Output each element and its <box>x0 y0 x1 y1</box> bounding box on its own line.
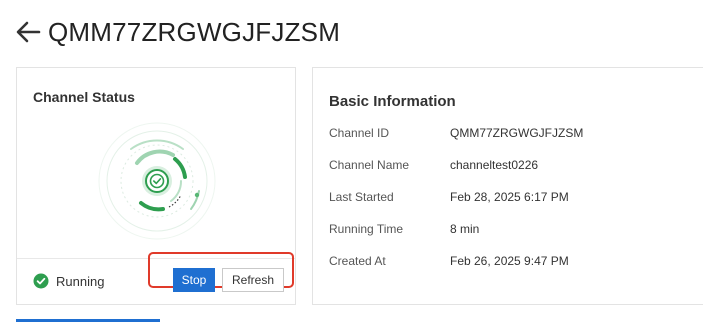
info-label: Created At <box>329 254 386 268</box>
basic-information-card: Basic Information Channel ID QMM77ZRGWGJ… <box>312 67 703 305</box>
info-label: Channel Name <box>329 158 410 172</box>
page-header: QMM77ZRGWGJFJZSM <box>14 14 340 50</box>
info-value: channeltest0226 <box>450 158 539 172</box>
info-label: Last Started <box>329 190 394 204</box>
channel-status-card: Channel Status Running Stop Refresh <box>16 67 296 305</box>
arrow-left-icon[interactable] <box>14 18 42 46</box>
stop-button[interactable]: Stop <box>173 268 215 292</box>
info-value: QMM77ZRGWGJFJZSM <box>450 126 584 140</box>
channel-status-title: Channel Status <box>33 89 135 105</box>
info-value: Feb 26, 2025 9:47 PM <box>450 254 569 268</box>
basic-information-title: Basic Information <box>329 93 456 110</box>
refresh-button[interactable]: Refresh <box>222 268 284 292</box>
info-label: Channel ID <box>329 126 390 140</box>
info-label: Running Time <box>329 222 404 236</box>
check-circle-icon <box>33 273 49 289</box>
info-value: 8 min <box>450 222 480 236</box>
status-text: Running <box>56 274 105 289</box>
running-animation-icon <box>98 122 216 240</box>
info-value: Feb 28, 2025 6:17 PM <box>450 190 569 204</box>
page-title: QMM77ZRGWGJFJZSM <box>48 16 341 47</box>
status-footer: Running Stop Refresh <box>17 252 295 304</box>
